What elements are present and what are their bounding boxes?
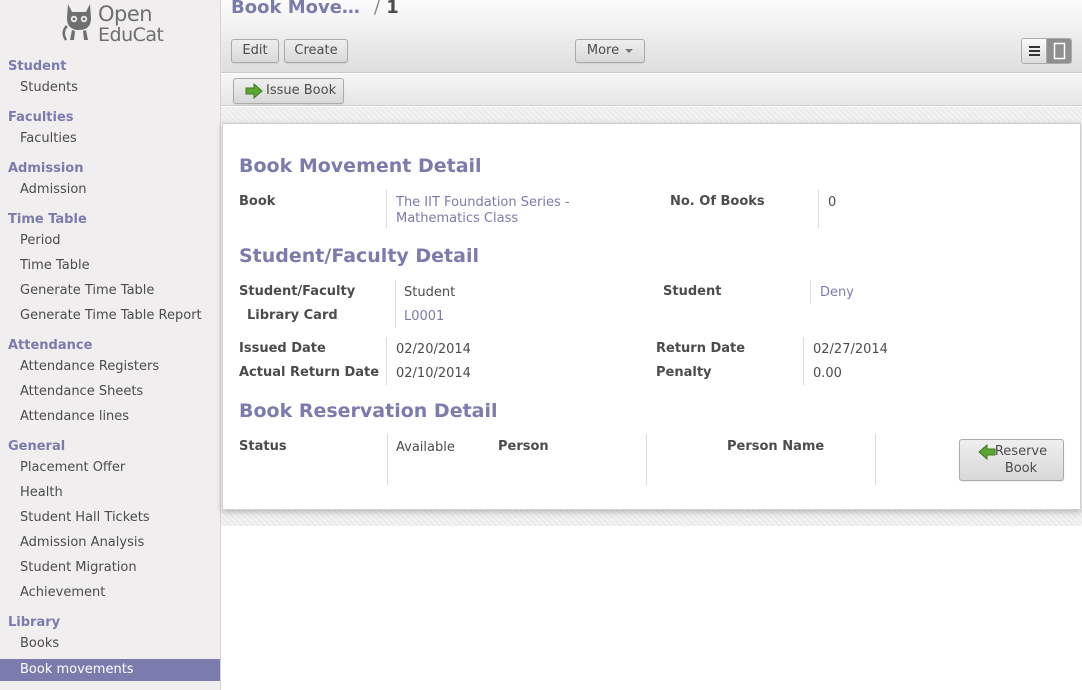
sidebar-item-student-hall-tickets[interactable]: Student Hall Tickets: [20, 510, 150, 525]
issue-book-button[interactable]: Issue Book: [233, 78, 344, 104]
divider: [646, 434, 647, 485]
divider: [386, 337, 387, 385]
status-label: Status: [239, 439, 287, 454]
penalty-value: 0.00: [813, 366, 842, 381]
arrow-right-icon: [245, 83, 263, 99]
sidebar-item-time-table[interactable]: Time Table: [20, 258, 90, 273]
student-faculty-label: Student/Faculty: [239, 284, 356, 299]
section-attendance: Attendance: [8, 338, 93, 353]
view-switcher: [1021, 38, 1072, 64]
record-number: 1: [386, 0, 399, 18]
sidebar-item-period[interactable]: Period: [20, 233, 61, 248]
logo-text-open: Open: [98, 2, 153, 26]
breadcrumb: Book Move… / 1: [231, 0, 399, 18]
actual-return-date-value: 02/10/2014: [396, 366, 471, 381]
divider: [875, 434, 876, 485]
sheet-background-top: [221, 107, 1082, 123]
control-panel: Book Move… / 1 Edit Create More: [221, 0, 1082, 73]
section-library: Library: [8, 615, 61, 630]
section-time-table: Time Table: [8, 212, 87, 227]
caret-down-icon: [625, 48, 634, 53]
sidebar-item-attendance-sheets[interactable]: Attendance Sheets: [20, 384, 143, 399]
no-of-books-label: No. Of Books: [670, 194, 765, 209]
logo-text-educat: EduCat: [98, 24, 164, 46]
book-value-link[interactable]: The IIT Foundation Series - Mathematics …: [396, 195, 646, 227]
form-sheet: Book Movement Detail Book The IIT Founda…: [222, 123, 1081, 510]
penalty-label: Penalty: [656, 365, 712, 380]
sidebar-item-attendance-registers[interactable]: Attendance Registers: [20, 359, 159, 374]
divider: [395, 280, 396, 328]
sidebar-item-book-movements[interactable]: Book movements: [0, 659, 220, 681]
breadcrumb-separator: /: [373, 0, 380, 18]
issued-date-label: Issued Date: [239, 341, 326, 356]
section-faculties: Faculties: [8, 110, 74, 125]
book-label: Book: [239, 194, 276, 209]
sidebar-item-achievement[interactable]: Achievement: [20, 585, 105, 600]
sidebar-item-faculties[interactable]: Faculties: [20, 131, 77, 146]
person-label: Person: [498, 439, 549, 454]
sidebar-item-admission-analysis[interactable]: Admission Analysis: [20, 535, 144, 550]
issue-book-label: Issue Book: [266, 83, 337, 98]
arrow-left-icon: [978, 444, 996, 460]
sheet-background-bottom: [221, 510, 1082, 526]
library-card-value-link[interactable]: L0001: [404, 309, 444, 324]
form-icon: [1053, 42, 1066, 60]
sidebar-item-placement-offer[interactable]: Placement Offer: [20, 460, 125, 475]
status-value: Available: [396, 440, 455, 455]
library-card-label: Library Card: [247, 308, 338, 323]
sidebar-item-attendance-lines[interactable]: Attendance lines: [20, 409, 129, 424]
reserve-book-label: Reserve Book: [994, 444, 1048, 476]
sidebar-item-students[interactable]: Students: [20, 80, 78, 95]
no-of-books-value: 0: [828, 195, 837, 210]
edit-button[interactable]: Edit: [231, 39, 279, 63]
sidebar-item-student-migration[interactable]: Student Migration: [20, 560, 137, 575]
student-label: Student: [663, 284, 722, 299]
person-name-label: Person Name: [727, 439, 825, 454]
student-value-link[interactable]: Deny: [820, 285, 854, 300]
book-movement-detail-heading: Book Movement Detail: [239, 155, 482, 177]
section-student: Student: [8, 59, 67, 74]
breadcrumb-link[interactable]: Book Move…: [231, 0, 360, 18]
divider: [386, 190, 387, 228]
openeducat-logo[interactable]: Open EduCat: [62, 0, 182, 50]
list-view-button[interactable]: [1022, 39, 1047, 63]
list-icon: [1029, 46, 1040, 56]
actual-return-date-label: Actual Return Date: [239, 365, 380, 380]
more-button[interactable]: More: [575, 39, 645, 63]
divider: [803, 337, 804, 385]
sidebar-item-generate-time-table-report[interactable]: Generate Time Table Report: [20, 308, 202, 323]
student-faculty-detail-heading: Student/Faculty Detail: [239, 245, 479, 267]
divider: [810, 280, 811, 304]
divider: [387, 434, 388, 485]
return-date-value: 02/27/2014: [813, 342, 888, 357]
sidebar-item-generate-time-table[interactable]: Generate Time Table: [20, 283, 154, 298]
reserve-book-button[interactable]: Reserve Book: [959, 439, 1064, 481]
sidebar: Open EduCat Student Students Faculties F…: [0, 0, 221, 690]
create-button[interactable]: Create: [284, 39, 348, 63]
more-label: More: [586, 43, 620, 58]
student-faculty-value: Student: [404, 285, 456, 300]
section-admission: Admission: [8, 161, 84, 176]
section-general: General: [8, 439, 66, 454]
cat-logo-icon: [62, 4, 91, 41]
sidebar-item-admission[interactable]: Admission: [20, 182, 87, 197]
form-view-button[interactable]: [1047, 39, 1071, 63]
book-reservation-detail-heading: Book Reservation Detail: [239, 400, 498, 422]
issued-date-value: 02/20/2014: [396, 342, 471, 357]
form-statusbar: Issue Book: [221, 74, 1082, 106]
sidebar-item-health[interactable]: Health: [20, 485, 63, 500]
divider: [818, 190, 819, 228]
return-date-label: Return Date: [656, 341, 746, 356]
sidebar-item-books[interactable]: Books: [20, 636, 59, 651]
